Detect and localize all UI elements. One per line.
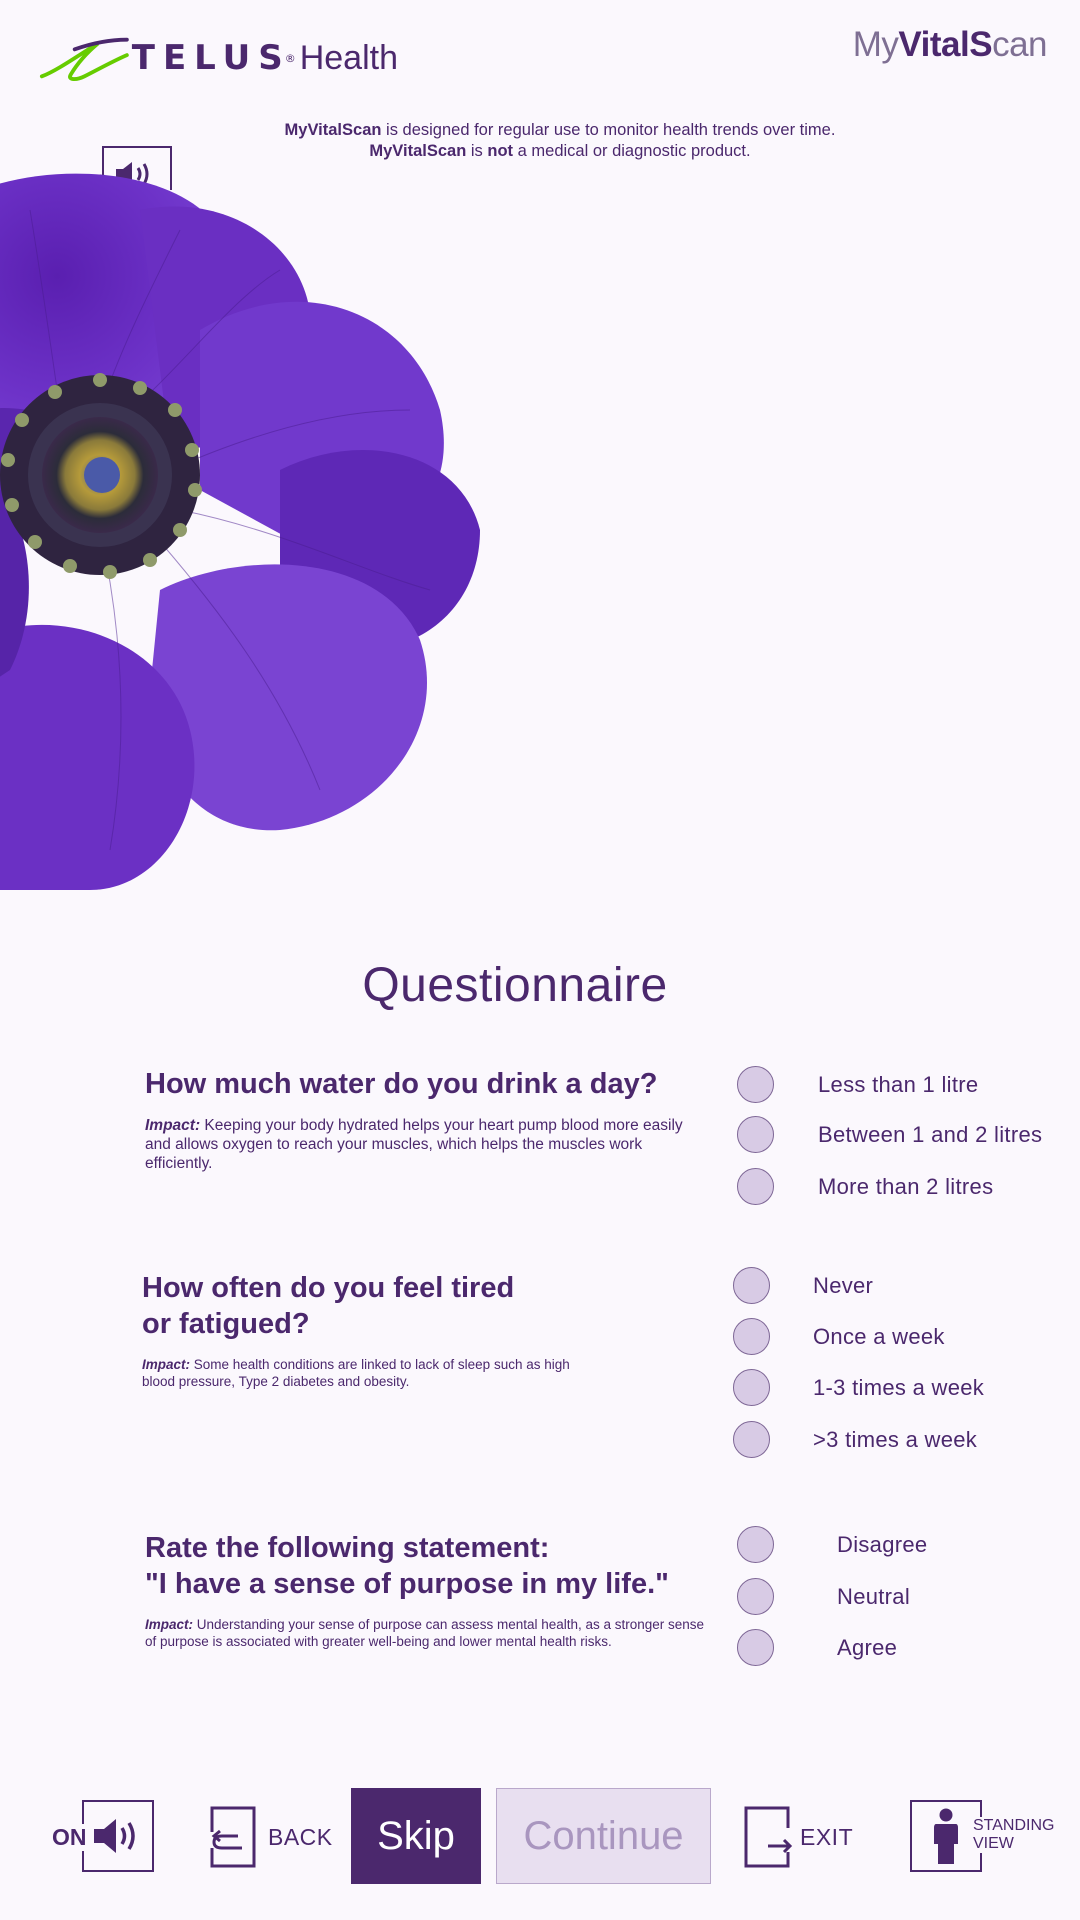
question-impact: Impact: Keeping your body hydrated helps…	[145, 1117, 683, 1172]
option-water-less-1[interactable]: Less than 1 litre	[737, 1066, 978, 1103]
flower-image	[0, 173, 480, 890]
radio-button[interactable]	[737, 1629, 774, 1666]
speaker-icon	[94, 1819, 135, 1853]
radio-button[interactable]	[733, 1267, 770, 1304]
question-impact: Impact: Understanding your sense of purp…	[145, 1617, 705, 1649]
question-impact: Impact: Some health conditions are linke…	[142, 1357, 570, 1389]
option-label: Once a week	[813, 1323, 945, 1349]
option-fatigue-never[interactable]: Never	[733, 1267, 873, 1304]
option-label: Never	[813, 1272, 874, 1298]
exit-door-icon	[744, 1806, 793, 1868]
option-fatigue-more-3[interactable]: >3 times a week	[733, 1421, 977, 1458]
standing-view-label: STANDING VIEW	[965, 1817, 1055, 1853]
option-label: Neutral	[837, 1583, 911, 1609]
radio-button[interactable]	[737, 1526, 774, 1563]
option-fatigue-once[interactable]: Once a week	[733, 1318, 945, 1355]
option-label: Agree	[837, 1634, 898, 1660]
registered-mark: ®	[284, 51, 296, 65]
exit-button[interactable]: EXIT	[742, 1806, 853, 1868]
disclaimer-text: MyVitalScan is designed for regular use …	[284, 121, 836, 160]
option-label: Between 1 and 2 litres	[818, 1121, 1043, 1147]
option-purpose-neutral[interactable]: Neutral	[737, 1578, 910, 1615]
option-label: More than 2 litres	[818, 1173, 994, 1199]
health-wordmark: Health	[299, 38, 398, 77]
option-water-more-2[interactable]: More than 2 litres	[737, 1168, 993, 1205]
question-title: How often do you feel tired or fatigued?	[142, 1272, 515, 1340]
option-label: >3 times a week	[813, 1426, 978, 1452]
option-purpose-agree[interactable]: Agree	[737, 1629, 897, 1666]
exit-label: EXIT	[800, 1823, 854, 1850]
skip-button[interactable]: Skip	[351, 1788, 481, 1884]
radio-button[interactable]	[737, 1116, 774, 1153]
telus-wordmark: TELUS	[131, 38, 291, 78]
radio-button[interactable]	[733, 1318, 770, 1355]
logo-vital: VitalS	[898, 25, 993, 64]
question-water: How much water do you drink a day? Impac…	[145, 1066, 705, 1173]
option-purpose-disagree[interactable]: Disagree	[737, 1526, 927, 1563]
person-icon	[934, 1808, 958, 1864]
option-fatigue-1-3[interactable]: 1-3 times a week	[733, 1369, 984, 1406]
back-button[interactable]: BACK	[208, 1806, 333, 1868]
option-label: Less than 1 litre	[818, 1071, 979, 1097]
telus-logo-icon	[39, 37, 129, 81]
option-label: 1-3 times a week	[813, 1374, 985, 1400]
continue-button[interactable]: Continue	[496, 1788, 711, 1884]
radio-button[interactable]	[733, 1369, 770, 1406]
question-title: Rate the following statement: "I have a s…	[145, 1532, 669, 1600]
logo-scan: can	[992, 25, 1047, 64]
radio-button[interactable]	[733, 1421, 770, 1458]
question-purpose: Rate the following statement: "I have a s…	[145, 1530, 705, 1650]
sound-label: ON	[52, 1824, 89, 1851]
radio-button[interactable]	[737, 1578, 774, 1615]
option-water-1-2[interactable]: Between 1 and 2 litres	[737, 1116, 1042, 1153]
myvitalscan-logo: MyVitalScan	[852, 25, 1048, 65]
question-title: How much water do you drink a day?	[145, 1068, 658, 1100]
radio-button[interactable]	[737, 1168, 774, 1205]
option-label: Disagree	[837, 1531, 928, 1557]
telus-health-logo: TELUS ® Health	[38, 28, 398, 88]
back-label: BACK	[268, 1823, 333, 1850]
sound-toggle-button[interactable]: ON	[52, 1800, 154, 1872]
radio-button[interactable]	[737, 1066, 774, 1103]
page-title: Questionnaire	[362, 959, 668, 1012]
back-door-icon	[210, 1806, 256, 1868]
logo-my: My	[852, 25, 899, 64]
standing-view-button[interactable]: STANDING VIEW	[910, 1800, 1060, 1872]
question-fatigue: How often do you feel tired or fatigued? …	[142, 1270, 602, 1390]
